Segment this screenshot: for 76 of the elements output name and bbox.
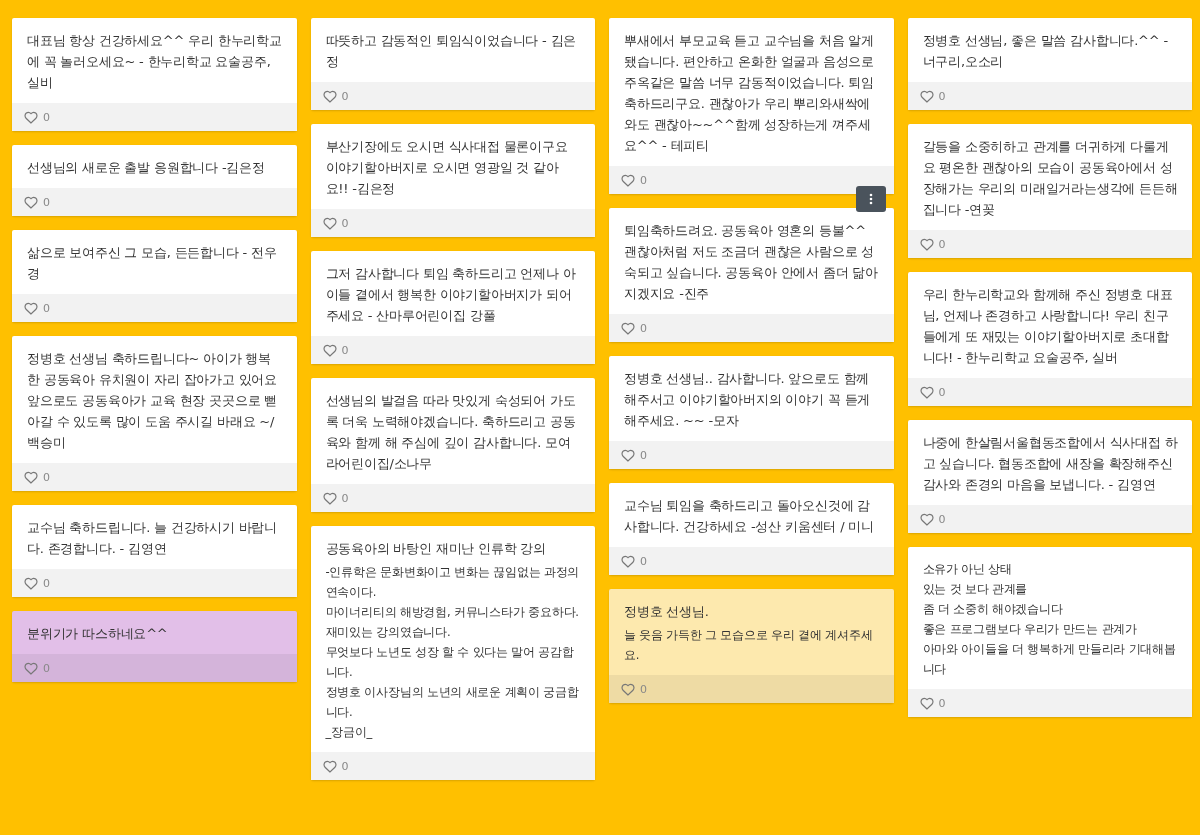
like-count: 0 [640, 321, 647, 335]
post-title: 선생님의 발걸음 따라 맛있게 숙성되어 가도록 더욱 노력해야겠습니다. 축하드리고 공동육와 함께 해 주심에 깊이 감사합니다. 모여라어린이집/소나무 [325, 392, 577, 473]
like-count: 0 [341, 89, 349, 103]
heart-icon[interactable] [322, 343, 337, 357]
like-count: 0 [640, 173, 647, 187]
heart-icon[interactable] [919, 512, 934, 526]
heart-icon[interactable] [322, 216, 337, 230]
post-title: 정병호 선생님. [624, 603, 710, 621]
heart-icon[interactable] [621, 554, 635, 568]
post-title: 정병호 선생님, 좋은 말씀 감사합니다.^^ - 너구리,오소리 [922, 32, 1169, 71]
post-title: 우리 한누리학교와 함께해 주신 정병호 대표님, 언제나 존경하고 사랑합니다! 우리 친구들에게 또 재밌는 이야기할아버지로 초대합니다! - 한누리학교 요술공주, 실버 [922, 286, 1174, 367]
post-title: 교수님 축하드립니다. 늘 건강하시기 바랍니다. 존경합니다. - 김영연 [27, 519, 279, 558]
heart-icon[interactable] [24, 470, 38, 484]
post-title: 분위기가 따스하네요^^ [27, 625, 169, 643]
post-text: _장금이_ [325, 724, 374, 741]
post-text: 좋은 프로그램보다 우리가 만드는 관계가 [922, 621, 1138, 638]
like-count: 0 [43, 301, 50, 315]
like-count: 0 [938, 512, 946, 526]
post-text: -인류학은 문화변화이고 변화는 끊임없는 과정의 연속이다. [325, 564, 581, 601]
heart-icon[interactable] [621, 682, 635, 696]
heart-icon[interactable] [322, 759, 337, 773]
post-title: 삶으로 보여주신 그 모습, 든든합니다 - 전우경 [27, 244, 278, 283]
post-text: 소유가 아닌 상태 [922, 561, 1013, 578]
heart-icon[interactable] [322, 491, 337, 505]
heart-icon[interactable] [621, 448, 635, 462]
post-title: 뿌새에서 부모교육 듣고 교수님을 처음 알게 됐습니다. 편안하고 온화한 얼굴과 음성으로 주옥같은 말씀 너무 감동적이었습니다. 퇴임 축하드리구요. 괜찮아가 우리 뿌리와새싹에 와도 괜찮아~~^^함께 성장하는게 껴주세요^^ - 테피티 [624, 32, 876, 155]
post-text: 아마와 아이들을 더 행복하게 만들리라 기대해봅니다 [922, 641, 1177, 678]
heart-icon[interactable] [24, 110, 38, 124]
like-count: 0 [43, 470, 50, 484]
more-menu-button[interactable] [855, 186, 886, 212]
post-title: 따뜻하고 감동적인 퇴임식이었습니다 - 김은정 [325, 32, 578, 71]
post-title: 나중에 한살림서울협동조합에서 식사대접 하고 싶습니다. 협동조합에 새장을 확장해주신 감사와 존경의 마음을 보냅니다. - 김영연 [922, 434, 1178, 494]
post-title: 선생님의 새로운 출발 응원합니다 -김은정 [27, 159, 266, 177]
like-count: 0 [341, 491, 349, 505]
like-count: 0 [938, 696, 946, 710]
post-title: 교수님 퇴임을 축하드리고 돌아오신것에 감사합니다. 건강하세요 -성산 키움센터 / 미니 [624, 497, 875, 536]
heart-icon[interactable] [919, 89, 934, 103]
heart-icon[interactable] [322, 89, 337, 103]
heart-icon[interactable] [24, 576, 38, 590]
like-count: 0 [43, 195, 50, 209]
post-text: 무엇보다 노년도 성장 할 수 있다는 말어 공감합니다. [325, 644, 575, 681]
post-text: 좀 더 소중히 해야겠습니다 [922, 601, 1064, 618]
post-text: 정병호 이사장님의 노년의 새로운 계획이 궁금합니다. [325, 684, 580, 721]
heart-icon[interactable] [919, 237, 934, 251]
like-count: 0 [938, 385, 946, 399]
post-text: 있는 것 보다 관계를 [922, 581, 1029, 598]
post-title: 갈등을 소중히하고 관계를 더귀하게 다룰게요 평온한 괜찮아의 모습이 공동육아에서 성장해가는 우리의 미래일거라는생각에 든든해집니다 -연꽂 [922, 138, 1178, 219]
post-title: 정병호 선생님.. 감사합니다. 앞으로도 함께 해주서고 이야기할아버지의 이야기 꼭 듣게 해주세요. ~~ -모자 [624, 370, 872, 430]
post-title: 정병호 선생님 축하드립니다~ 아이가 행복한 공동육아 유치원이 자리 잡아가고 있어요 앞으로도 공동육아가 교육 현장 곳곳으로 뻗아갈 수 있도록 많이 도움 주시길 바래요 ~/백승미 [27, 350, 279, 452]
like-count: 0 [43, 110, 50, 124]
like-count: 0 [640, 554, 647, 568]
heart-icon[interactable] [621, 321, 635, 335]
like-count: 0 [43, 661, 50, 675]
post-text: 마이너리티의 해방경험, 커뮤니스타가 중요하다. [325, 604, 580, 621]
like-count: 0 [341, 759, 349, 773]
like-count: 0 [640, 682, 647, 696]
like-count: 0 [341, 343, 349, 357]
like-count: 0 [938, 89, 946, 103]
post-title: 그저 감사합니다 퇴임 축하드리고 언제나 아이들 곁에서 행복한 이야기할아버지가 되어주세요 - 산마루어린이집 강풀 [325, 265, 577, 325]
heart-icon[interactable] [24, 661, 38, 675]
heart-icon[interactable] [24, 195, 38, 209]
post-text: 재미있는 강의였습니다. [325, 624, 452, 641]
like-count: 0 [938, 237, 946, 251]
post-title: 부산기장에도 오시면 식사대접 물론이구요 이야기할아버지로 오시면 영광일 것 같아요!! -김은정 [325, 138, 569, 198]
heart-icon[interactable] [621, 173, 635, 187]
like-count: 0 [640, 448, 647, 462]
heart-icon[interactable] [919, 385, 934, 399]
post-title: 대표님 항상 건강하세요^^ 우리 한누리학교에 꼭 놀러오세요~ - 한누리학교 요술공주,실비 [27, 32, 283, 92]
more-icon [868, 193, 873, 205]
like-count: 0 [43, 576, 50, 590]
heart-icon[interactable] [24, 301, 38, 315]
like-count: 0 [341, 216, 349, 230]
heart-icon[interactable] [919, 696, 934, 710]
post-text: 늘 웃음 가득한 그 모습으로 우리 곁에 계셔주세요. [624, 627, 874, 664]
post-title: 퇴임축하드려요. 공동육아 영혼의 등불^^ 괜찮아처럼 저도 조금더 괜찮은 사람으로 성숙되고 싶습니다. 공동육아 안에서 좀더 닮아지겠지요 -진주 [624, 222, 879, 303]
post-title: 공동육아의 바탕인 재미난 인류학 강의 [325, 540, 548, 558]
